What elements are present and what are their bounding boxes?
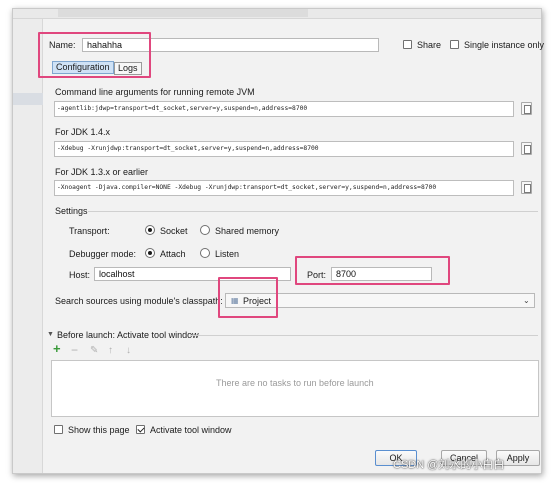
settings-divider (88, 211, 538, 212)
classpath-label: Search sources using module's classpath: (55, 296, 223, 306)
name-field[interactable] (82, 38, 379, 52)
dialog-title-strip (13, 9, 541, 19)
module-classpath-combo[interactable]: ▦ Project ⌄ (225, 293, 535, 308)
debugger-mode-listen-label: Listen (215, 249, 240, 259)
expand-jdk13-args-icon[interactable] (521, 181, 532, 194)
port-label: Port: (307, 270, 327, 280)
show-page-label: Show this page (68, 425, 130, 435)
debugger-mode-attach-label: Attach (160, 249, 186, 259)
name-label: Name: (49, 40, 76, 50)
host-field[interactable] (94, 267, 291, 281)
activate-tool-window-checkbox[interactable] (136, 425, 145, 434)
share-checkbox[interactable] (403, 40, 412, 49)
single-instance-checkbox[interactable] (450, 40, 459, 49)
transport-shared-memory-label: Shared memory (215, 226, 280, 236)
before-launch-task-list[interactable]: There are no tasks to run before launch (51, 360, 539, 417)
settings-title: Settings (55, 206, 88, 216)
jdk13-label: For JDK 1.3.x or earlier (55, 167, 149, 177)
configuration-tree-selection[interactable] (13, 93, 43, 105)
expand-jdk14-args-icon[interactable] (521, 142, 532, 155)
jdk14-label: For JDK 1.4.x (55, 127, 111, 137)
debugger-mode-label: Debugger mode: (69, 249, 137, 259)
activate-tool-window-label: Activate tool window (150, 425, 232, 435)
configuration-tree-panel[interactable] (13, 19, 43, 473)
before-launch-title: Before launch: Activate tool window (57, 330, 199, 340)
transport-socket-label: Socket (160, 226, 188, 236)
collapse-triangle-icon[interactable]: ▼ (47, 330, 54, 340)
chevron-down-icon: ⌄ (523, 296, 530, 305)
debugger-mode-attach-radio[interactable] (145, 248, 155, 258)
csdn-watermark: CSDN @刘水的小白白 (393, 459, 505, 471)
share-label: Share (417, 40, 442, 50)
before-launch-empty-text: There are no tasks to run before launch (216, 378, 374, 388)
move-up-icon[interactable]: ↑ (108, 346, 113, 356)
show-page-checkbox[interactable] (54, 425, 63, 434)
remote-jvm-label: Command line arguments for running remot… (55, 87, 255, 97)
remote-jvm-args-field[interactable]: -agentlib:jdwp=transport=dt_socket,serve… (54, 101, 514, 117)
transport-label: Transport: (69, 226, 110, 236)
tab-logs[interactable]: Logs (114, 62, 142, 75)
move-down-icon[interactable]: ↓ (126, 346, 131, 356)
host-label: Host: (69, 270, 91, 280)
jdk14-args-field[interactable]: -Xdebug -Xrunjdwp:transport=dt_socket,se… (54, 141, 514, 157)
edit-icon[interactable]: ✎ (90, 346, 98, 356)
remove-icon[interactable]: − (71, 344, 78, 356)
module-folder-icon: ▦ (231, 296, 239, 305)
classpath-value: Project (243, 296, 272, 306)
add-icon[interactable]: + (53, 342, 61, 355)
port-field[interactable] (331, 267, 432, 281)
expand-remote-args-icon[interactable] (521, 102, 532, 115)
debugger-mode-listen-radio[interactable] (200, 248, 210, 258)
single-instance-label: Single instance only (464, 40, 545, 50)
jdk13-args-field[interactable]: -Xnoagent -Djava.compiler=NONE -Xdebug -… (54, 180, 514, 196)
transport-socket-radio[interactable] (145, 225, 155, 235)
transport-shared-memory-radio[interactable] (200, 225, 210, 235)
before-launch-divider (190, 335, 538, 336)
tab-configuration[interactable]: Configuration (52, 61, 114, 74)
